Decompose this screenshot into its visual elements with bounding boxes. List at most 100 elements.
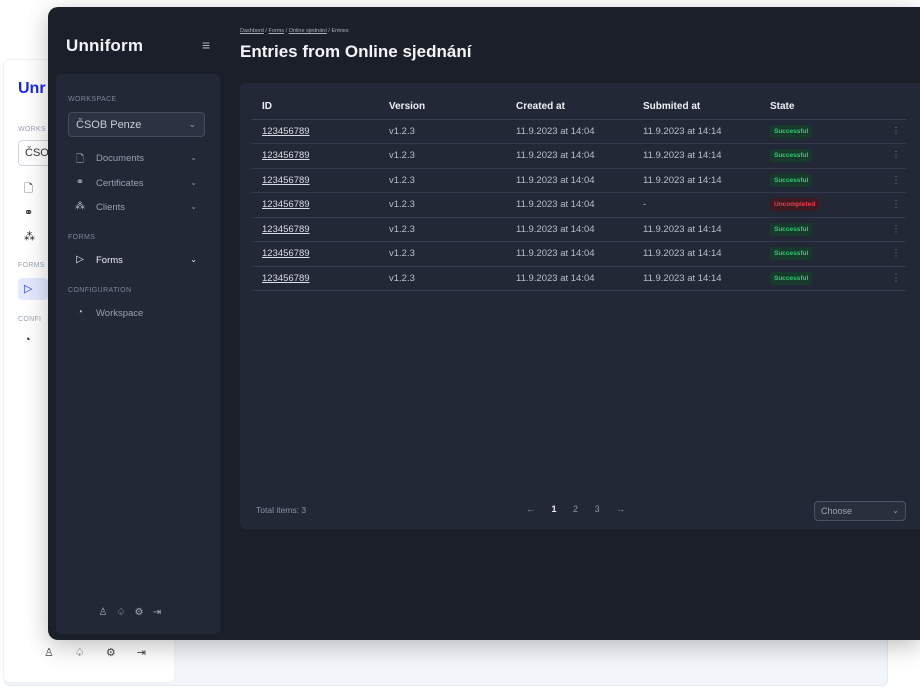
- cell-id: 123456789: [252, 217, 379, 242]
- row-menu-icon[interactable]: ⋮: [886, 168, 906, 193]
- table-row[interactable]: 123456789 v1.2.3 11.9.2023 at 14:04 11.9.20…: [252, 119, 906, 144]
- breadcrumb-dashboard[interactable]: Dashbord: [240, 28, 264, 34]
- page-size-select[interactable]: Choose ⌄: [814, 501, 906, 521]
- breadcrumb-form[interactable]: Online sjednání: [289, 28, 327, 34]
- status-badge: Uncompleted: [770, 198, 820, 212]
- sidebar-item-forms[interactable]: ▷ Forms ⌄: [68, 251, 205, 271]
- column-header-id: ID: [252, 95, 379, 120]
- workspace-select-value: ČSOB Penze: [76, 119, 142, 131]
- sidebar-item-clients[interactable]: ⁂ Clients ⌄: [68, 198, 205, 218]
- entry-id-link[interactable]: 123456789: [262, 273, 310, 284]
- background-workspace-label: WORKS: [18, 126, 46, 133]
- background-bottom-icons: ♙ ♤ ⚙ ⇥: [44, 647, 155, 659]
- cell-id: 123456789: [252, 143, 379, 169]
- settings-icon[interactable]: ⚙: [130, 607, 148, 618]
- sidebar: WORKSPACE ČSOB Penze ⌄ 🗋 Documents ⌄ ⚭ C…: [56, 74, 220, 634]
- entry-id-link[interactable]: 123456789: [262, 224, 310, 235]
- chevron-down-icon: ⌄: [190, 255, 197, 264]
- column-header-state: State: [760, 95, 886, 120]
- cell-id: 123456789: [252, 192, 379, 218]
- row-menu-icon[interactable]: ⋮: [886, 217, 906, 242]
- clients-icon: ⁂: [75, 201, 85, 212]
- chevron-down-icon: ⌄: [190, 178, 197, 187]
- main-window: Unniform ≡ WORKSPACE ČSOB Penze ⌄ 🗋 Docu…: [48, 7, 920, 640]
- cell-created: 11.9.2023 at 14:04: [506, 217, 633, 242]
- background-document-icon: 🗋: [24, 183, 33, 195]
- cell-id: 123456789: [252, 241, 379, 267]
- page-title: Entries from Online sjednání: [240, 42, 472, 61]
- page-1[interactable]: 1: [552, 504, 557, 514]
- prev-page-arrow[interactable]: ←: [526, 504, 535, 514]
- cell-state: Uncompleted: [760, 192, 886, 218]
- entry-id-link[interactable]: 123456789: [262, 150, 310, 161]
- chevron-down-icon: ⌄: [892, 506, 899, 515]
- cell-version: v1.2.3: [379, 119, 506, 144]
- row-menu-icon[interactable]: ⋮: [886, 266, 906, 291]
- certificate-icon: ⚭: [75, 177, 85, 188]
- status-badge: Successful: [770, 271, 813, 285]
- sidebar-item-label: Certificates: [96, 178, 144, 189]
- table-row[interactable]: 123456789 v1.2.3 11.9.2023 at 14:04 11.9.20…: [252, 168, 906, 193]
- entry-id-link[interactable]: 123456789: [262, 126, 310, 137]
- cell-version: v1.2.3: [379, 168, 506, 193]
- background-palette-icon: ◔: [24, 334, 31, 346]
- status-badge: Successful: [770, 124, 813, 138]
- row-menu-icon[interactable]: ⋮: [886, 192, 906, 218]
- background-certificate-icon: ⚭: [24, 207, 34, 219]
- table-row[interactable]: 123456789 v1.2.3 11.9.2023 at 14:04- Uncomp…: [252, 192, 906, 218]
- table-row[interactable]: 123456789 v1.2.3 11.9.2023 at 14:04 11.9.20…: [252, 266, 906, 291]
- hamburger-icon[interactable]: ≡: [202, 37, 210, 53]
- row-menu-icon[interactable]: ⋮: [886, 143, 906, 169]
- background-forms-label: FORMS: [18, 262, 45, 269]
- sidebar-item-label: Forms: [96, 255, 123, 266]
- cell-state: Successful: [760, 168, 886, 193]
- logout-icon[interactable]: ⇥: [148, 607, 166, 618]
- document-icon: 🗋: [75, 154, 85, 165]
- cell-id: 123456789: [252, 168, 379, 193]
- cell-created: 11.9.2023 at 14:04: [506, 143, 633, 169]
- entry-id-link[interactable]: 123456789: [262, 175, 310, 186]
- background-config-label: CONFI: [18, 316, 42, 323]
- row-menu-icon[interactable]: ⋮: [886, 119, 906, 144]
- status-badge: Successful: [770, 149, 813, 163]
- entry-id-link[interactable]: 123456789: [262, 199, 310, 210]
- sidebar-item-label: Documents: [96, 153, 145, 164]
- palette-icon: ◔: [76, 307, 84, 318]
- cell-state: Successful: [760, 266, 886, 291]
- cell-version: v1.2.3: [379, 143, 506, 169]
- cell-submitted: 11.9.2023 at 14:14: [633, 119, 760, 144]
- cell-created: 11.9.2023 at 14:04: [506, 119, 633, 144]
- status-badge: Successful: [770, 247, 813, 261]
- next-page-arrow[interactable]: →: [616, 504, 625, 514]
- configuration-section-label: CONFIGURATION: [68, 287, 132, 294]
- column-header-created: Created at: [506, 95, 633, 120]
- cell-created: 11.9.2023 at 14:04: [506, 192, 633, 218]
- column-header-version: Version: [379, 95, 506, 120]
- breadcrumb-forms[interactable]: Forms: [268, 28, 284, 34]
- sidebar-item-workspace[interactable]: ◔ Workspace: [68, 304, 205, 324]
- page-2[interactable]: 2: [573, 504, 578, 514]
- entries-panel: ID Version Created at Submited at State …: [240, 83, 920, 529]
- sidebar-item-documents[interactable]: 🗋 Documents ⌄: [68, 149, 205, 169]
- page-3[interactable]: 3: [595, 504, 600, 514]
- background-clients-icon: ⁂: [24, 231, 35, 243]
- row-menu-icon[interactable]: ⋮: [886, 241, 906, 267]
- cell-version: v1.2.3: [379, 192, 506, 218]
- cell-version: v1.2.3: [379, 217, 506, 242]
- table-row[interactable]: 123456789 v1.2.3 11.9.2023 at 14:04 11.9.20…: [252, 241, 906, 267]
- bell-icon[interactable]: ♤: [112, 607, 130, 618]
- cell-state: Successful: [760, 119, 886, 144]
- table-header-row: ID Version Created at Submited at State: [252, 95, 906, 120]
- column-header-submitted: Submited at: [633, 95, 760, 120]
- workspace-select[interactable]: ČSOB Penze ⌄: [68, 112, 205, 137]
- sidebar-item-certificates[interactable]: ⚭ Certificates ⌄: [68, 174, 205, 194]
- table-row[interactable]: 123456789 v1.2.3 11.9.2023 at 14:04 11.9.20…: [252, 217, 906, 242]
- entry-id-link[interactable]: 123456789: [262, 248, 310, 259]
- cell-state: Successful: [760, 143, 886, 169]
- breadcrumb-current: Entries: [331, 28, 349, 34]
- table-row[interactable]: 123456789 v1.2.3 11.9.2023 at 14:04 11.9.20…: [252, 143, 906, 169]
- cell-id: 123456789: [252, 266, 379, 291]
- user-icon[interactable]: ♙: [94, 607, 112, 618]
- entries-table: ID Version Created at Submited at State …: [252, 95, 906, 291]
- cell-state: Successful: [760, 241, 886, 267]
